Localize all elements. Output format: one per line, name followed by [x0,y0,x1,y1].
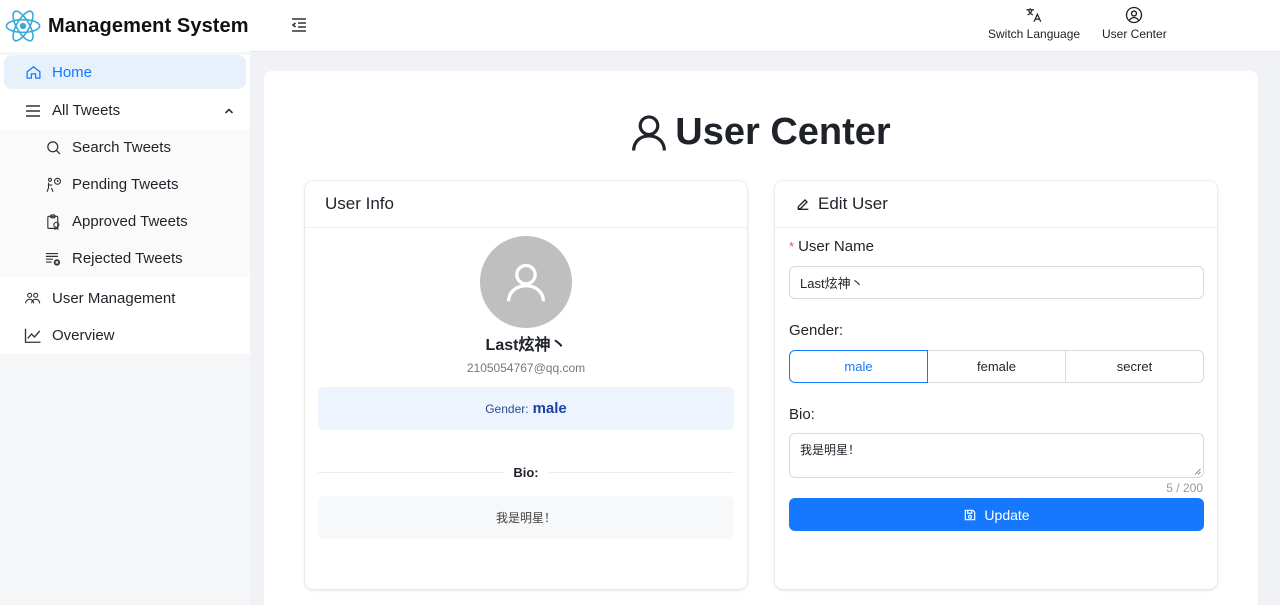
users-icon [24,289,42,307]
approved-icon [44,213,62,231]
react-logo-icon [5,10,41,42]
search-icon [44,139,62,157]
update-button-label: Update [984,506,1030,523]
chart-line-icon [24,327,42,345]
sidebar-item-label: Rejected Tweets [72,250,183,267]
sidebar-item-label: Home [52,63,93,81]
sidebar-item-pending-tweets[interactable]: Pending Tweets [0,166,250,203]
username-input[interactable]: Last炫神丶 [789,266,1204,299]
translate-icon [1026,8,1042,22]
sidebar-item-all-tweets[interactable]: All Tweets [0,92,250,129]
sidebar-item-user-management[interactable]: User Management [0,279,250,317]
user-center-button[interactable]: User Center [1102,6,1167,41]
chevron-up-icon [224,103,234,120]
bio-label: Bio: [513,464,539,480]
home-icon [24,63,42,81]
gender-field-label: Gender: [789,322,844,339]
rejected-icon [44,250,62,268]
username-label-text: User Name [798,238,874,255]
sidebar-item-label: All Tweets [52,102,121,119]
edit-user-card: Edit User * User Name Last炫神丶 Gender: mal… [775,181,1217,589]
bio-char-counter: 5 / 200 [1166,481,1203,495]
sidebar-menu: Home All Tweets Search Tweets Pending Tw… [0,55,250,354]
user-name: Last炫神丶 [485,337,567,354]
switch-language-button[interactable]: Switch Language [988,6,1080,41]
brand[interactable]: Management System [0,0,250,52]
menu-lines-icon [24,102,42,120]
avatar-user-icon [506,263,546,302]
edit-user-title: Edit User [818,194,888,213]
sidebar-item-label: Approved Tweets [72,213,188,230]
sidebar-item-overview[interactable]: Overview [0,317,250,354]
sidebar-item-label: Search Tweets [72,139,171,156]
bio-textarea[interactable]: 我是明星！ [789,433,1204,478]
app-title: Management System [48,14,249,37]
sidebar-item-rejected-tweets[interactable]: Rejected Tweets [0,240,250,277]
main-content: User Center User Info Last炫神丶 2105054767… [264,71,1258,605]
user-info-card: User Info Last炫神丶 2105054767@qq.com Gend… [305,181,747,589]
gender-option-male[interactable]: male [789,350,928,383]
gender-display: Gender: male [318,387,734,430]
save-icon [965,509,976,520]
gender-segmented-control: male female secret [789,350,1204,383]
bio-textarea-value: 我是明星！ [800,443,861,457]
page-title: User Center [264,111,1258,154]
user-info-title: User Info [325,194,394,213]
sidebar: Management System Home All Tweets Search [0,0,250,605]
bio-display: 我是明星！ [318,496,734,539]
gender-value: male [532,400,567,417]
all-tweets-submenu: Search Tweets Pending Tweets Approved Tw… [0,129,250,277]
sidebar-item-label: Overview [52,327,115,344]
page-title-text: User Center [675,111,891,153]
user-center-label: User Center [1102,27,1167,41]
sidebar-item-label: Pending Tweets [72,176,179,193]
bio-divider: Bio: [318,463,734,481]
edit-icon [797,199,809,210]
update-button[interactable]: Update [789,498,1204,531]
username-label: * User Name [789,238,874,255]
avatar [480,236,572,328]
collapse-sidebar-button[interactable] [290,16,310,36]
sidebar-item-home[interactable]: Home [4,55,246,89]
pending-icon [44,176,62,194]
menu-fold-icon [291,18,306,32]
gender-label: Gender: [485,401,529,416]
switch-language-label: Switch Language [988,27,1081,41]
user-icon [632,114,667,151]
bio-field-label: Bio: [789,406,815,423]
top-header: Switch Language User Center [250,0,1280,52]
gender-option-female[interactable]: female [927,350,1066,383]
sidebar-item-search-tweets[interactable]: Search Tweets [0,129,250,166]
required-marker: * [789,239,795,254]
sidebar-item-approved-tweets[interactable]: Approved Tweets [0,203,250,240]
resize-grip-icon[interactable] [1194,468,1201,475]
user-info-card-header: User Info [305,181,747,228]
user-circle-icon [1126,6,1143,24]
gender-option-secret[interactable]: secret [1065,350,1204,383]
edit-user-card-header: Edit User [775,181,1217,228]
user-email: 2105054767@qq.com [466,361,586,375]
sidebar-item-label: User Management [52,289,176,307]
